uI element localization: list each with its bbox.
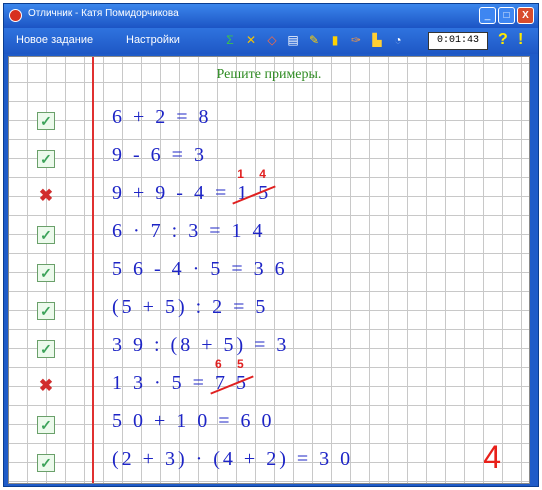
minimize-button[interactable]: _ (479, 7, 496, 24)
sigma-icon[interactable]: Σ (222, 32, 238, 48)
problem-row: ✓ (2 + 3) · (4 + 2) = 3 0 (9, 445, 529, 483)
window-title: Отличник - Катя Помидорчикова (28, 8, 179, 19)
eraser-icon[interactable]: ◇ (264, 32, 280, 48)
check-icon: ✓ (37, 264, 55, 282)
brush-icon[interactable]: ✑ (348, 32, 364, 48)
tool-icons: Σ ✕ ◇ ▤ ✎ ▮ ✑ ▙ ◔ (222, 32, 406, 48)
toolbar: Новое задание Настройки Σ ✕ ◇ ▤ ✎ ▮ ✑ ▙ … (4, 28, 538, 54)
problem-row: ✖ 1 3 · 5 = 6 57 5 (9, 357, 529, 407)
window-controls: _ □ X (479, 7, 534, 24)
problem-row: ✓ 6 · 7 : 3 = 1 4 (9, 217, 529, 255)
wrong-answer: 6 57 5 (214, 357, 249, 395)
expression-text: 9 + 9 - 4 = (112, 182, 238, 204)
wrong-answer: 1 41 5 (237, 167, 272, 205)
timer-display: 0:01:43 (428, 32, 488, 50)
help-icon[interactable]: ? (498, 31, 508, 49)
grade-score: 4 (483, 439, 501, 475)
problem-expression: (2 + 3) · (4 + 2) = 3 0 (112, 448, 354, 470)
pencil-icon[interactable]: ✎ (306, 32, 322, 48)
problem-expression: 3 9 : (8 + 5) = 3 (112, 334, 290, 356)
problem-expression: (5 + 5) : 2 = 5 (112, 296, 269, 318)
app-window: Отличник - Катя Помидорчикова _ □ X Ново… (3, 3, 539, 487)
problem-expression: 9 + 9 - 4 = 1 41 5 (112, 167, 272, 205)
answer-text: 1 5 (237, 182, 272, 204)
cross-icon: ✖ (38, 186, 54, 205)
problem-expression: 5 6 - 4 · 5 = 3 6 (112, 258, 288, 280)
problem-expression: 9 - 6 = 3 (112, 144, 207, 166)
problem-expression: 6 · 7 : 3 = 1 4 (112, 220, 266, 242)
title-bar[interactable]: Отличник - Катя Помидорчикова _ □ X (4, 4, 538, 28)
check-icon: ✓ (37, 340, 55, 358)
check-icon: ✓ (37, 302, 55, 320)
problem-row: ✓ (5 + 5) : 2 = 5 (9, 293, 529, 331)
cross-icon: ✖ (38, 376, 54, 395)
chart-icon[interactable]: ▙ (369, 32, 385, 48)
problem-row: ✓ 6 + 2 = 8 (9, 103, 529, 141)
check-icon: ✓ (37, 416, 55, 434)
exclamation-icon[interactable]: ! (518, 31, 523, 49)
problem-row: ✓ 5 6 - 4 · 5 = 3 6 (9, 255, 529, 293)
app-icon (9, 9, 22, 22)
check-icon: ✓ (37, 150, 55, 168)
check-icon: ✓ (37, 226, 55, 244)
calendar-icon[interactable]: ▤ (285, 32, 301, 48)
problem-expression: 5 0 + 1 0 = 6 0 (112, 410, 275, 432)
settings-button[interactable]: Настройки (126, 34, 180, 46)
answer-text: 7 5 (214, 372, 249, 394)
problem-expression: 6 + 2 = 8 (112, 106, 212, 128)
problem-row: ✓ 5 0 + 1 0 = 6 0 (9, 407, 529, 445)
problem-expression: 1 3 · 5 = 6 57 5 (112, 357, 249, 395)
close-button[interactable]: X (517, 7, 534, 24)
instruction-text: Решите примеры. (216, 67, 322, 82)
maximize-button[interactable]: □ (498, 7, 515, 24)
correct-answer: 6 5 (214, 357, 250, 371)
problem-row: ✖ 9 + 9 - 4 = 1 41 5 (9, 167, 529, 217)
check-icon: ✓ (37, 454, 55, 472)
clock-icon[interactable]: ◔ (390, 32, 406, 48)
expression-text: 1 3 · 5 = (112, 372, 215, 394)
new-task-button[interactable]: Новое задание (16, 34, 93, 46)
grid-worksheet: Решите примеры. ✓ 6 + 2 = 8 ✓ 9 - 6 = 3 … (8, 56, 530, 484)
book-icon[interactable]: ▮ (327, 32, 343, 48)
problem-row: ✓ 3 9 : (8 + 5) = 3 (9, 331, 529, 369)
correct-answer: 1 4 (237, 167, 272, 181)
check-icon: ✓ (37, 112, 55, 130)
tools-icon[interactable]: ✕ (243, 32, 259, 48)
